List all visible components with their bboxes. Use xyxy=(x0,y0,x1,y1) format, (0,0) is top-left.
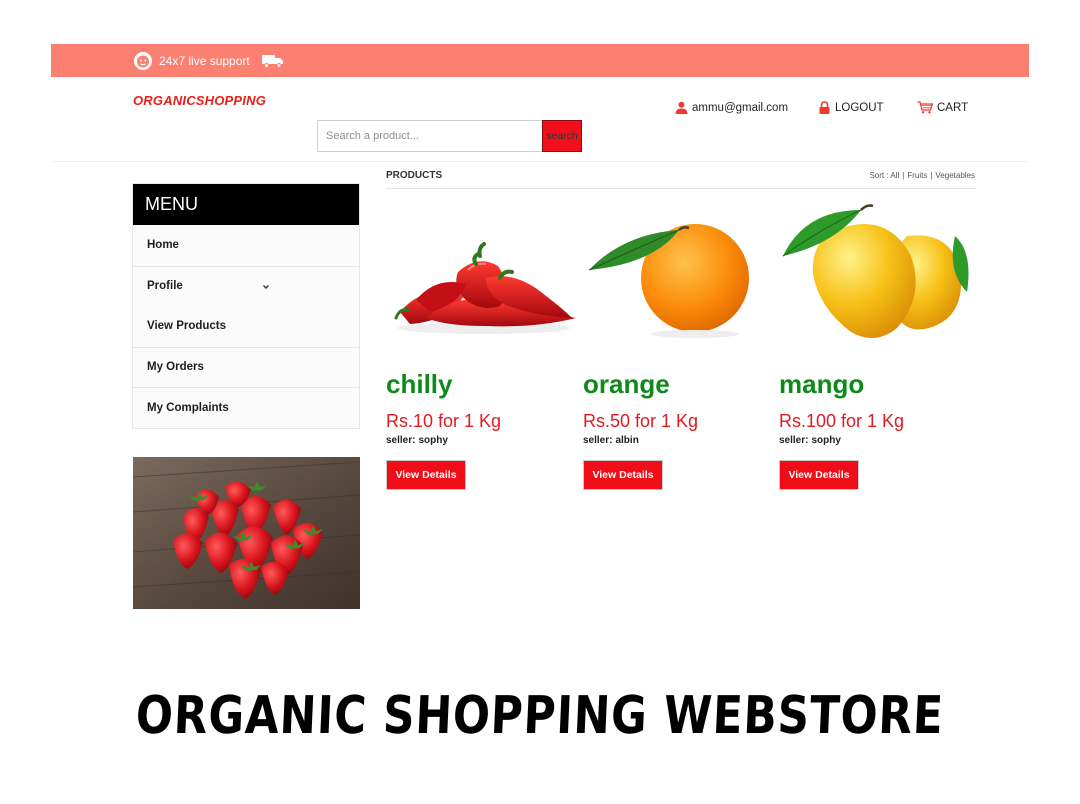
product-name[interactable]: chilly xyxy=(386,369,582,399)
sidebar-item-my-orders[interactable]: My Orders xyxy=(133,346,359,387)
search-form: search xyxy=(317,120,582,152)
sidebar-item-label: Profile xyxy=(147,280,183,293)
top-bar: 24x7 live support xyxy=(51,44,1029,77)
sidebar-item-label: View Products xyxy=(147,320,227,333)
strawberries-illustration xyxy=(133,457,360,609)
header-divider xyxy=(51,161,1029,162)
sidebar-item-label: Home xyxy=(147,239,179,252)
sort-separator: | xyxy=(930,171,933,180)
product-card: chilly Rs.10 for 1 Kg seller: sophy View… xyxy=(386,200,582,490)
product-name[interactable]: orange xyxy=(583,369,779,399)
sidebar-item-view-products[interactable]: View Products xyxy=(133,306,359,347)
logout-link[interactable]: LOGOUT xyxy=(818,101,884,114)
sort-separator: | xyxy=(902,171,905,180)
sidebar-item-label: My Orders xyxy=(147,361,204,374)
sidebar-item-my-complaints[interactable]: My Complaints xyxy=(133,387,359,428)
product-name[interactable]: mango xyxy=(779,369,975,399)
orange-image[interactable] xyxy=(583,200,779,340)
product-price: Rs.100 for 1 Kg xyxy=(779,411,905,431)
mango-image[interactable] xyxy=(779,200,975,340)
sidebar-menu: MENU Home Profile View Products My Order… xyxy=(132,183,360,429)
product-card: orange Rs.50 for 1 Kg seller: albin View… xyxy=(583,200,779,490)
sidebar-item-home[interactable]: Home xyxy=(133,225,359,266)
cart-link[interactable]: CART xyxy=(917,101,968,114)
sidebar-item-profile[interactable]: Profile xyxy=(133,265,359,306)
seller-label: seller: xyxy=(583,435,613,446)
brand-logo-text[interactable]: ORGANICSHOPPING xyxy=(133,93,266,108)
user-email: ammu@gmail.com xyxy=(692,101,789,114)
lock-icon xyxy=(819,101,830,114)
sidebar-item-label: My Complaints xyxy=(147,401,229,414)
sort-fruits-link[interactable]: Fruits xyxy=(907,171,927,180)
view-details-button[interactable]: View Details xyxy=(779,460,859,490)
view-details-button[interactable]: View Details xyxy=(386,460,466,490)
seller-name: albin xyxy=(615,435,639,446)
chilly-image[interactable] xyxy=(386,200,582,340)
seller-name: sophy xyxy=(418,435,448,446)
cart-icon xyxy=(917,101,933,114)
sort-options: Sort : All | Fruits | Vegetables xyxy=(869,171,975,180)
user-email-link[interactable]: ammu@gmail.com xyxy=(675,101,788,114)
menu-title: MENU xyxy=(133,184,359,225)
seller-label: seller: xyxy=(779,435,809,446)
webstore-banner: ORGANIC SHOPPING WEBSTORE xyxy=(0,686,1080,746)
seller-name: sophy xyxy=(811,435,841,446)
products-heading: PRODUCTS xyxy=(386,170,443,181)
strawberries-image xyxy=(133,457,360,609)
user-icon xyxy=(675,101,688,114)
product-card: mango Rs.100 for 1 Kg seller: sophy View… xyxy=(779,200,975,490)
support-agent-icon xyxy=(134,51,152,70)
sort-vegetables-link[interactable]: Vegetables xyxy=(935,171,975,180)
delivery-truck-icon xyxy=(261,54,283,68)
products-divider xyxy=(386,188,976,189)
support-info: 24x7 live support xyxy=(133,44,284,77)
product-price: Rs.10 for 1 Kg xyxy=(386,411,502,431)
banner-title: ORGANIC SHOPPING WEBSTORE xyxy=(134,686,946,746)
product-seller: seller: albin xyxy=(583,435,779,446)
seller-label: seller: xyxy=(386,435,416,446)
search-button[interactable]: search xyxy=(542,120,582,152)
product-price: Rs.50 for 1 Kg xyxy=(583,411,699,431)
product-seller: seller: sophy xyxy=(779,435,975,446)
sort-all-link[interactable]: Sort : All xyxy=(869,171,899,180)
product-seller: seller: sophy xyxy=(386,435,582,446)
view-details-button[interactable]: View Details xyxy=(583,460,663,490)
chevron-down-icon xyxy=(263,284,269,289)
logout-label: LOGOUT xyxy=(835,101,884,114)
support-text: 24x7 live support xyxy=(159,53,250,68)
search-input[interactable] xyxy=(317,120,542,152)
cart-label: CART xyxy=(937,101,969,114)
